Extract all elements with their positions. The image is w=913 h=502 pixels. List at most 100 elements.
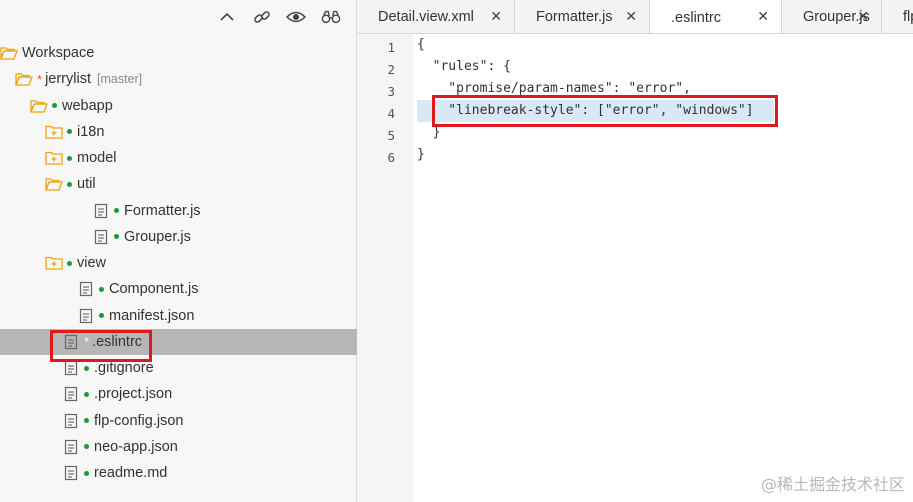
tree-item[interactable]: Component.js xyxy=(0,276,357,302)
code-line[interactable]: { xyxy=(417,34,425,56)
editor-tabs: Detail.view.xml ✕ Formatter.js ✕ .eslintrc ✕ G… xyxy=(357,0,913,34)
code-line[interactable]: } xyxy=(417,122,441,144)
tree-item[interactable]: .gitignore xyxy=(0,355,357,381)
line-number: 2 xyxy=(387,62,395,77)
editor-tab[interactable]: flp xyxy=(882,0,913,33)
file-icon xyxy=(62,465,80,481)
close-icon[interactable]: ✕ xyxy=(757,8,769,25)
tree-item-label: .project.json xyxy=(94,386,173,403)
git-status-dot xyxy=(67,155,72,161)
line-number-gutter: 1 2 3 4 5 6 xyxy=(357,34,413,502)
code-line[interactable]: "promise/param-names": "error", xyxy=(417,78,691,100)
tree-item[interactable]: .project.json xyxy=(0,381,357,407)
tree-item-label: model xyxy=(77,150,117,167)
tree-item-label: manifest.json xyxy=(109,307,195,324)
tree-item[interactable]: Workspace xyxy=(0,40,357,66)
binoculars-icon[interactable] xyxy=(321,7,341,27)
tree-item-label: neo-app.json xyxy=(94,438,178,455)
git-status-dot xyxy=(67,260,72,266)
tree-item[interactable]: * jerrylist [master] xyxy=(0,66,357,92)
collapse-all-icon[interactable] xyxy=(217,7,237,27)
file-icon xyxy=(62,334,80,350)
tab-label: Detail.view.xml xyxy=(378,9,474,25)
tree-item[interactable]: Grouper.js xyxy=(0,224,357,250)
code-editor[interactable]: { "rules": { "promise/param-names": "err… xyxy=(413,34,913,502)
folder-closed-icon xyxy=(45,255,63,271)
show-hidden-icon[interactable] xyxy=(286,7,306,27)
editor-tab[interactable]: .eslintrc ✕ xyxy=(650,0,782,33)
tree-item-label: util xyxy=(77,176,96,193)
folder-closed-icon xyxy=(45,124,63,140)
tree-item-label: .eslintrc xyxy=(92,333,143,350)
close-icon[interactable]: ✕ xyxy=(625,8,637,25)
tab-label: flp xyxy=(903,9,913,25)
link-editor-icon[interactable] xyxy=(252,7,272,27)
git-status-dot xyxy=(84,444,89,450)
tree-item[interactable]: i18n xyxy=(0,119,357,145)
watermark: @稀土掘金技术社区 xyxy=(760,475,905,494)
tree-item[interactable]: model xyxy=(0,145,357,171)
tree-item-label: Grouper.js xyxy=(124,228,191,245)
code-line[interactable]: "rules": { xyxy=(417,56,511,78)
tree-item[interactable]: util xyxy=(0,171,357,197)
editor-tab[interactable]: Grouper.js ✕ xyxy=(782,0,882,33)
code-line[interactable]: "linebreak-style": ["error", "windows"] xyxy=(417,100,753,122)
close-icon[interactable]: ✕ xyxy=(490,8,502,25)
tree-item-label: flp-config.json xyxy=(94,412,184,429)
tree-item[interactable]: neo-app.json xyxy=(0,434,357,460)
line-number: 4 xyxy=(387,106,395,121)
folder-open-icon xyxy=(0,45,18,61)
file-icon xyxy=(77,281,95,297)
explorer-toolbar xyxy=(0,0,357,34)
file-icon xyxy=(62,386,80,402)
folder-open-icon xyxy=(15,71,33,87)
line-number: 3 xyxy=(387,84,395,99)
tree-item-label: i18n xyxy=(77,123,105,140)
git-status-dot xyxy=(67,129,72,135)
folder-open-icon xyxy=(45,176,63,192)
git-status-dot xyxy=(52,103,57,109)
tree-item-label: Workspace xyxy=(22,45,95,62)
line-number: 5 xyxy=(387,128,395,143)
tree-item-label: view xyxy=(77,255,107,272)
tree-item-label: jerrylist xyxy=(45,71,91,88)
git-status-dot xyxy=(114,234,119,240)
file-icon xyxy=(62,413,80,429)
project-explorer: Workspace * jerrylist [master] webapp i18n mod… xyxy=(0,0,357,502)
tree-item-label: readme.md xyxy=(94,465,168,482)
editor-tab[interactable]: Formatter.js ✕ xyxy=(515,0,650,33)
tree-item[interactable]: readme.md xyxy=(0,460,357,486)
tree-item-label: webapp xyxy=(62,97,113,114)
git-status-dot xyxy=(84,365,89,371)
code-line[interactable]: } xyxy=(417,144,425,166)
tree-item-label: Formatter.js xyxy=(124,202,201,219)
file-icon xyxy=(62,439,80,455)
git-status-dot xyxy=(99,313,104,319)
tree-item[interactable]: webapp xyxy=(0,93,357,119)
git-status-dot xyxy=(114,208,119,214)
file-icon xyxy=(77,308,95,324)
tree-item-label: .gitignore xyxy=(94,360,154,377)
modified-marker: * xyxy=(37,71,43,87)
git-branch-label: [master] xyxy=(96,72,143,87)
git-status-dot xyxy=(84,470,89,476)
tab-label: Formatter.js xyxy=(536,9,613,25)
editor-tab[interactable]: Detail.view.xml ✕ xyxy=(357,0,515,33)
tree-item[interactable]: * .eslintrc xyxy=(0,328,357,355)
line-number: 6 xyxy=(387,150,395,165)
git-status-dot xyxy=(84,418,89,424)
file-tree: Workspace * jerrylist [master] webapp i18n mod… xyxy=(0,40,357,486)
tree-item-label: Component.js xyxy=(109,281,199,298)
git-status-dot xyxy=(99,286,104,292)
tree-item[interactable]: manifest.json xyxy=(0,303,357,329)
file-icon xyxy=(62,360,80,376)
git-status-dot xyxy=(84,391,89,397)
tree-item[interactable]: view xyxy=(0,250,357,276)
tree-item[interactable]: flp-config.json xyxy=(0,408,357,434)
close-icon[interactable]: ✕ xyxy=(857,8,869,25)
folder-open-icon xyxy=(30,98,48,114)
modified-marker: * xyxy=(84,334,90,350)
git-status-dot xyxy=(67,181,72,187)
tree-item[interactable]: Formatter.js xyxy=(0,198,357,224)
tab-label: .eslintrc xyxy=(671,9,721,26)
